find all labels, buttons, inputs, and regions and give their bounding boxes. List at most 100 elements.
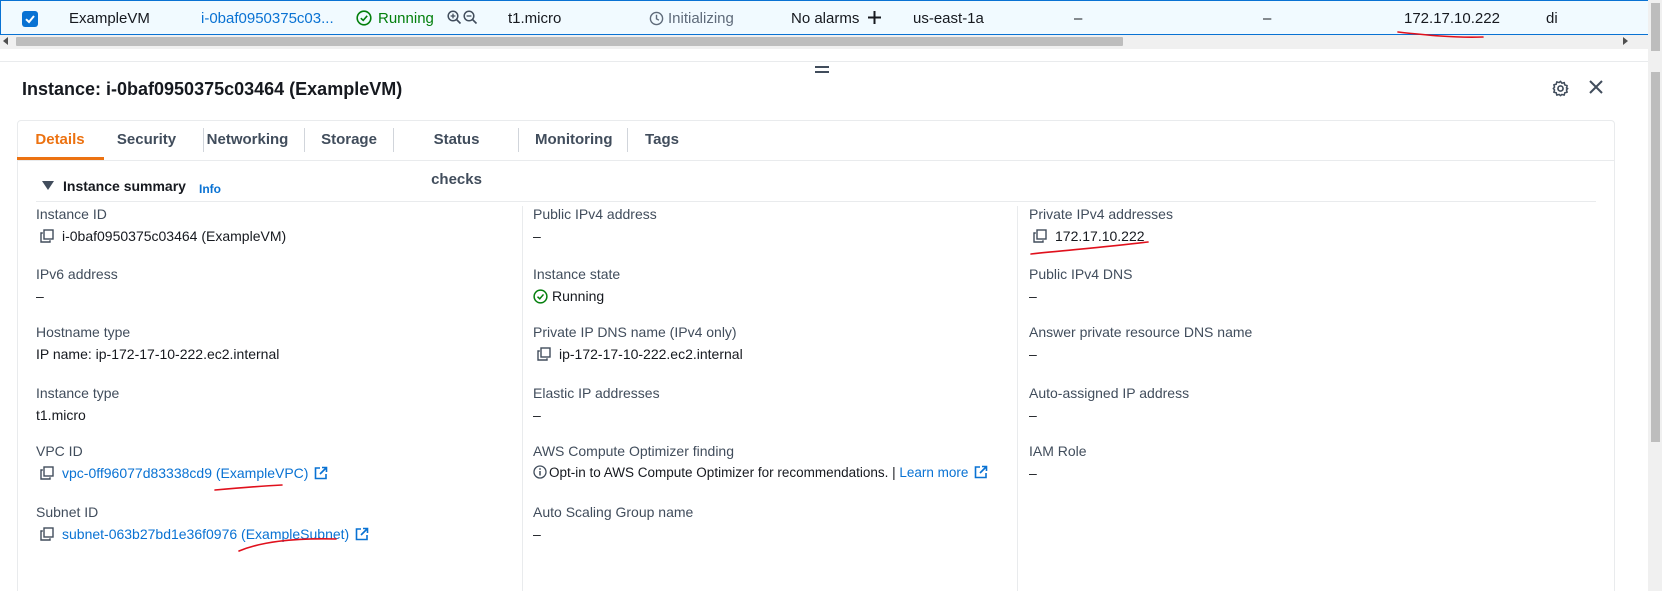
field-label: Subnet ID <box>36 504 99 520</box>
horizontal-scrollbar[interactable] <box>0 35 1648 49</box>
external-link-icon[interactable] <box>314 466 328 480</box>
row-private-ip: 172.17.10.222 <box>1404 10 1500 27</box>
copy-icon[interactable] <box>40 229 54 243</box>
tab-networking[interactable]: Networking <box>205 120 290 160</box>
field-label: VPC ID <box>36 443 83 459</box>
field-value: – <box>36 288 44 304</box>
row-next-column-truncated: di <box>1546 10 1558 27</box>
copy-icon[interactable] <box>40 527 54 541</box>
row-name: ExampleVM <box>69 10 150 27</box>
field-instance-type: Instance type t1.micro <box>36 383 119 426</box>
field-label: Private IP DNS name (IPv4 only) <box>533 324 737 340</box>
copy-icon[interactable] <box>1033 229 1047 243</box>
external-link-icon[interactable] <box>355 527 369 541</box>
field-label: Auto Scaling Group name <box>533 504 694 520</box>
field-value: Running <box>533 285 620 307</box>
row-public-ip: – <box>1263 10 1272 27</box>
tab-monitoring[interactable]: Monitoring <box>535 120 612 160</box>
field-label: Private IPv4 addresses <box>1029 206 1173 222</box>
zoom-out-icon[interactable] <box>463 1 478 34</box>
field-value: – <box>533 407 541 423</box>
scroll-left-arrow-icon[interactable] <box>3 37 8 45</box>
field-vpc-id: VPC ID vpc-0ff96077d83338cd9 (ExampleVPC… <box>36 441 328 484</box>
tab-separator <box>203 128 204 152</box>
instance-id-value: i-0baf0950375c03464 (ExampleVM) <box>62 228 287 244</box>
column-divider <box>522 206 523 591</box>
tab-separator <box>304 128 305 152</box>
field-private-dns-name: Private IP DNS name (IPv4 only) ip-172-1… <box>533 322 743 365</box>
scroll-right-arrow-icon[interactable] <box>1623 37 1628 45</box>
gear-icon[interactable] <box>1552 80 1569 102</box>
close-icon[interactable] <box>1588 79 1604 100</box>
row-instance-state: Running <box>356 1 434 34</box>
private-ipv4-value: 172.17.10.222 <box>1055 228 1145 244</box>
field-value: ip-172-17-10-222.ec2.internal <box>533 343 743 365</box>
field-public-ipv4-dns: Public IPv4 DNS – <box>1029 264 1132 307</box>
tab-separator <box>518 128 519 152</box>
row-instance-type: t1.micro <box>508 10 562 27</box>
resize-handle-icon[interactable] <box>815 66 829 76</box>
field-subnet-id: Subnet ID subnet-063b27bd1e36f0976 (Exam… <box>36 502 369 545</box>
row-instance-id-link[interactable]: i-0baf0950375c03... <box>201 1 334 34</box>
info-link[interactable]: Info <box>199 182 221 196</box>
copy-icon[interactable] <box>40 466 54 480</box>
add-alarm-icon[interactable] <box>867 1 882 34</box>
field-elastic-ip-addresses: Elastic IP addresses – <box>533 383 660 426</box>
zoom-in-icon[interactable] <box>447 1 462 34</box>
field-label: Public IPv4 DNS <box>1029 266 1133 282</box>
tab-storage[interactable]: Storage <box>317 120 381 160</box>
row-checkbox[interactable] <box>22 11 38 27</box>
field-label: IPv6 address <box>36 266 118 282</box>
copy-icon[interactable] <box>537 347 551 361</box>
field-auto-scaling-group: Auto Scaling Group name – <box>533 502 693 545</box>
vertical-scroll-thumb-top[interactable] <box>1651 3 1660 51</box>
vertical-scroll-thumb[interactable] <box>1651 72 1660 442</box>
learn-more-link[interactable]: Learn more <box>899 465 968 480</box>
vertical-scrollbar[interactable] <box>1648 0 1662 591</box>
tab-separator <box>627 128 628 152</box>
field-iam-role: IAM Role – <box>1029 441 1087 484</box>
check-icon <box>25 15 35 24</box>
row-public-dns: – <box>1074 10 1083 27</box>
field-value: 172.17.10.222 <box>1029 225 1173 247</box>
tab-tags[interactable]: Tags <box>642 120 682 160</box>
row-availability-zone: us-east-1a <box>913 10 984 27</box>
field-label: Hostname type <box>36 324 131 340</box>
instance-summary-toggle[interactable]: Instance summary <box>42 178 186 194</box>
private-dns-value: ip-172-17-10-222.ec2.internal <box>559 346 743 362</box>
field-value: – <box>1029 407 1037 423</box>
row-status-check: Initializing <box>649 1 734 34</box>
row-state-text: Running <box>378 10 434 27</box>
panel-title: Instance: i-0baf0950375c03464 (ExampleVM… <box>22 79 403 99</box>
field-instance-state: Instance state Running <box>533 264 620 307</box>
vpc-id-link[interactable]: vpc-0ff96077d83338cd9 (ExampleVPC) <box>62 465 308 481</box>
tab-status-checks[interactable]: Status checks <box>410 120 503 188</box>
tab-details[interactable]: Details <box>20 120 100 160</box>
field-private-ipv4-addresses: Private IPv4 addresses 172.17.10.222 <box>1029 204 1173 247</box>
tab-separator <box>393 128 394 152</box>
field-label: AWS Compute Optimizer finding <box>533 443 734 459</box>
field-label: Auto-assigned IP address <box>1029 385 1190 401</box>
field-answer-private-dns: Answer private resource DNS name – <box>1029 322 1252 365</box>
field-value: subnet-063b27bd1e36f0976 (ExampleSubnet) <box>36 523 369 545</box>
field-label: Answer private resource DNS name <box>1029 324 1253 340</box>
external-link-icon[interactable] <box>974 465 988 479</box>
row-status-check-text: Initializing <box>668 10 734 27</box>
tab-security[interactable]: Security <box>110 120 183 160</box>
field-value: vpc-0ff96077d83338cd9 (ExampleVPC) <box>36 462 328 484</box>
instance-state-text: Running <box>552 288 605 304</box>
ec2-console: ExampleVM i-0baf0950375c03... Running t1… <box>0 0 1662 591</box>
row-alarm-status: No alarms <box>791 10 860 27</box>
active-tab-indicator <box>17 157 104 160</box>
field-value: – <box>1029 288 1037 304</box>
field-ipv6-address: IPv6 address – <box>36 264 118 307</box>
subnet-id-link[interactable]: subnet-063b27bd1e36f0976 (ExampleSubnet) <box>62 526 349 542</box>
field-value: Opt-in to AWS Compute Optimizer for reco… <box>533 462 988 484</box>
info-icon <box>533 465 547 479</box>
horizontal-scroll-thumb[interactable] <box>16 37 1123 46</box>
field-value: i-0baf0950375c03464 (ExampleVM) <box>36 225 286 247</box>
instance-table-row[interactable]: ExampleVM i-0baf0950375c03... Running t1… <box>0 0 1648 35</box>
success-icon <box>356 10 372 26</box>
field-label: Instance state <box>533 266 621 282</box>
tabs-bar: Details Security Networking Storage Stat… <box>17 120 1615 188</box>
